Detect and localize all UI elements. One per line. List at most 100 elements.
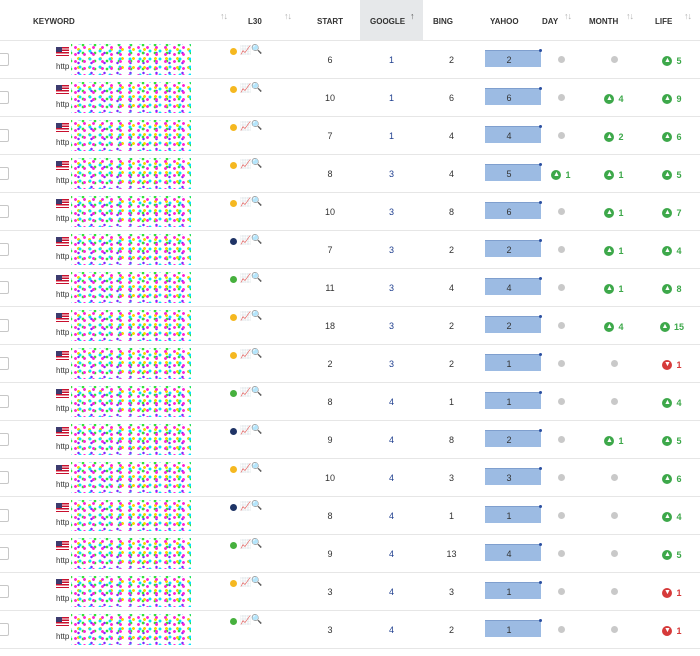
row-checkbox[interactable] — [0, 129, 9, 142]
arrow-up-icon: ▲ — [604, 435, 615, 446]
month-header-label: MONTH — [589, 17, 619, 26]
keyword-cell: http 📈 🔍 — [26, 306, 262, 345]
day-change — [538, 344, 584, 383]
month-column-header[interactable]: MONTH ↑↓ — [584, 0, 644, 41]
month-sort-icon[interactable]: ↑↓ — [626, 11, 634, 21]
day-sort-icon[interactable]: ↑↓ — [564, 11, 572, 21]
rank-change-value: 5 — [676, 55, 682, 66]
google-rank: 3 — [360, 306, 423, 345]
no-change-dot — [557, 397, 565, 405]
keyword-obscured — [71, 386, 191, 417]
rank-change-value: 4 — [676, 511, 682, 522]
month-change: ▲ 1 — [584, 154, 644, 193]
rank-change-value: 1 — [565, 169, 571, 180]
arrow-up-icon: ▲ — [604, 131, 615, 142]
row-checkbox[interactable] — [0, 471, 9, 484]
day-change — [538, 458, 584, 497]
day-header-label: DAY — [542, 17, 559, 26]
keyword-cell: http 📈 🔍 — [26, 610, 262, 649]
keyword-obscured — [71, 120, 191, 151]
rank-change-up: ▲ 1 — [604, 207, 624, 218]
row-checkbox[interactable] — [0, 395, 9, 408]
l30-cell — [238, 268, 542, 307]
google-column-header[interactable]: GOOGLE ↑ — [360, 0, 423, 41]
rank-change-value: 15 — [673, 321, 684, 332]
rank-change-up: ▲ 6 — [662, 473, 682, 484]
us-flag-icon — [56, 123, 69, 132]
no-change-dot — [557, 511, 565, 519]
life-change: ▲ 7 — [644, 192, 700, 231]
arrow-down-icon: ▼ — [662, 587, 673, 598]
keyword-url[interactable]: http — [56, 442, 69, 451]
keyword-url[interactable]: http — [56, 328, 69, 337]
keyword-url[interactable]: http — [56, 366, 69, 375]
status-dot — [230, 238, 237, 245]
keyword-sort-icon[interactable]: ↑↓ — [220, 11, 228, 21]
google-rank: 4 — [360, 382, 423, 421]
keyword-url[interactable]: http — [56, 594, 69, 603]
row-checkbox[interactable] — [0, 623, 9, 636]
keyword-url[interactable]: http — [56, 62, 69, 71]
keyword-url[interactable]: http — [56, 404, 69, 413]
rank-change-up: ▲ 4 — [662, 245, 682, 256]
rank-change-value: 1 — [676, 587, 682, 598]
us-flag-icon — [56, 503, 69, 512]
google-sort-icon[interactable]: ↑ — [410, 11, 414, 21]
status-dot — [230, 580, 237, 587]
keyword-url[interactable]: http — [56, 252, 69, 261]
row-checkbox[interactable] — [0, 281, 9, 294]
row-select-cell — [0, 230, 26, 269]
keyword-url[interactable]: http — [56, 480, 69, 489]
l30-cell — [238, 344, 542, 383]
row-checkbox[interactable] — [0, 205, 9, 218]
keyword-url[interactable]: http — [56, 632, 69, 641]
day-change — [538, 420, 584, 459]
keyword-url[interactable]: http — [56, 176, 69, 185]
arrow-up-icon: ▲ — [662, 131, 673, 142]
l30-cell — [238, 192, 542, 231]
us-flag-icon — [56, 351, 69, 360]
keyword-url[interactable]: http — [56, 100, 69, 109]
keyword-url[interactable]: http — [56, 556, 69, 565]
table-row: http 📈 🔍 8 4 1 1 ▲ 4 — [0, 382, 700, 421]
row-checkbox[interactable] — [0, 509, 9, 522]
row-checkbox[interactable] — [0, 53, 9, 66]
row-checkbox[interactable] — [0, 357, 9, 370]
month-change — [584, 40, 644, 79]
row-checkbox[interactable] — [0, 243, 9, 256]
yahoo-rank: 6 — [480, 78, 538, 117]
start-column-header[interactable]: START — [300, 0, 360, 41]
life-sort-icon[interactable]: ↑↓ — [684, 11, 692, 21]
table-row: http 📈 🔍 8 3 4 5 ▲ 1 ▲ 1 ▲ 5 — [0, 154, 700, 193]
keyword-url[interactable]: http — [56, 138, 69, 147]
keyword-column-header[interactable]: KEYWORD ↑↓ — [26, 0, 238, 41]
life-change: ▲ 6 — [644, 458, 700, 497]
row-checkbox[interactable] — [0, 433, 9, 446]
l30-sort-icon[interactable]: ↑↓ — [284, 11, 292, 21]
table-row: http 📈 🔍 11 3 4 4 ▲ 1 ▲ 8 — [0, 268, 700, 307]
row-checkbox[interactable] — [0, 91, 9, 104]
rank-change-value: 1 — [676, 625, 682, 636]
row-checkbox[interactable] — [0, 547, 9, 560]
start-rank: 11 — [300, 268, 360, 307]
yahoo-rank: 4 — [480, 534, 538, 573]
keyword-obscured — [71, 538, 191, 569]
yahoo-rank: 6 — [480, 192, 538, 231]
bing-column-header[interactable]: BING — [423, 0, 480, 41]
row-select-cell — [0, 116, 26, 155]
l30-column-header[interactable]: L30 ↑↓ — [238, 0, 300, 41]
row-checkbox[interactable] — [0, 167, 9, 180]
keyword-obscured — [71, 500, 191, 531]
keyword-url[interactable]: http — [56, 518, 69, 527]
keyword-url[interactable]: http — [56, 290, 69, 299]
yahoo-column-header[interactable]: YAHOO — [480, 0, 538, 41]
life-column-header[interactable]: LIFE ↑↓ — [644, 0, 700, 41]
day-column-header[interactable]: DAY ↑↓ — [538, 0, 584, 41]
bing-rank: 4 — [423, 268, 480, 307]
rank-change-up: ▲ 4 — [604, 93, 624, 104]
row-checkbox[interactable] — [0, 585, 9, 598]
row-checkbox[interactable] — [0, 319, 9, 332]
keyword-url[interactable]: http — [56, 214, 69, 223]
google-rank: 1 — [360, 116, 423, 155]
table-row: http 📈 🔍 10 4 3 3 ▲ 6 — [0, 458, 700, 497]
